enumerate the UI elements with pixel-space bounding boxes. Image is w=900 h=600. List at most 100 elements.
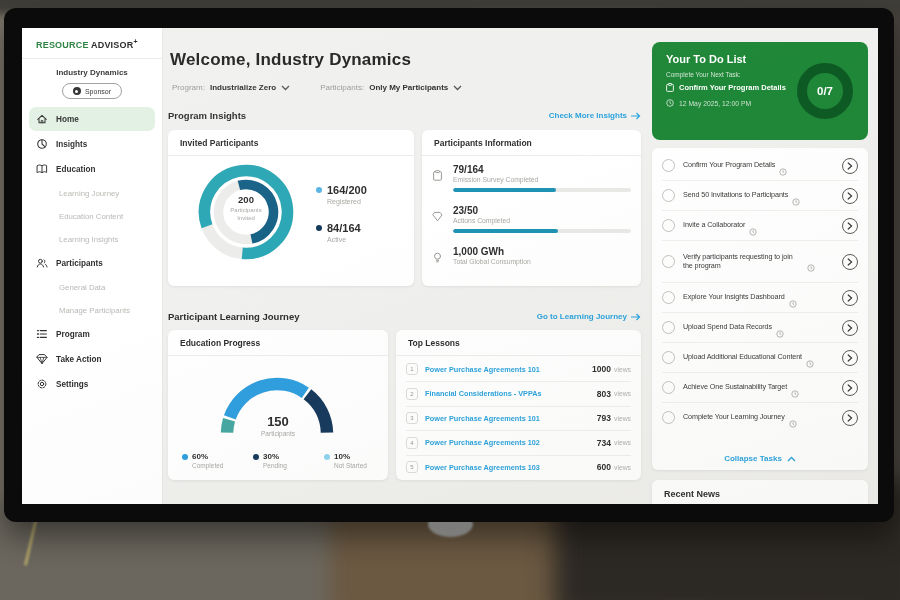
lesson-link[interactable]: Power Purchase Agreements 103 bbox=[425, 463, 597, 472]
sidebar-item-home[interactable]: Home bbox=[29, 107, 155, 131]
task-row[interactable]: Explore Your Insights Dashboard bbox=[662, 283, 858, 313]
lesson-link[interactable]: Power Purchase Agreements 101 bbox=[425, 365, 592, 374]
task-checkbox[interactable] bbox=[662, 255, 675, 268]
lesson-link[interactable]: Power Purchase Agreements 101 bbox=[425, 414, 597, 423]
task-open-button[interactable] bbox=[842, 188, 858, 204]
invited-participants-title: Invited Participants bbox=[168, 130, 414, 156]
task-open-button[interactable] bbox=[842, 410, 858, 426]
lesson-rank: 5 bbox=[406, 461, 418, 473]
task-checkbox[interactable] bbox=[662, 219, 675, 232]
task-label: Achieve One Sustainability Target bbox=[683, 383, 787, 392]
arrow-right-icon bbox=[631, 112, 641, 120]
task-row[interactable]: Verify participants requesting to join t… bbox=[662, 241, 858, 283]
task-row[interactable]: Invite a Collaborator bbox=[662, 211, 858, 241]
lesson-row[interactable]: 4Power Purchase Agreements 102734views bbox=[406, 431, 631, 456]
clipboard-icon bbox=[666, 83, 674, 92]
sidebar-item-education-content[interactable]: Education Content bbox=[29, 205, 155, 227]
donut-legend-item: 84/164Active bbox=[316, 222, 361, 243]
task-row[interactable]: Send 50 Invitations to Participants bbox=[662, 181, 858, 211]
sidebar-item-insights[interactable]: Insights bbox=[29, 132, 155, 156]
donut-center-label: 200 Participants Invited bbox=[194, 194, 298, 222]
sidebar-item-manage-participants[interactable]: Manage Participants bbox=[29, 299, 155, 321]
task-open-button[interactable] bbox=[842, 380, 858, 396]
task-open-button[interactable] bbox=[842, 218, 858, 234]
program-filter[interactable]: Program: Industrialize Zero bbox=[172, 83, 290, 92]
lesson-link[interactable]: Financial Considerations - VPPAs bbox=[425, 389, 597, 398]
task-checkbox[interactable] bbox=[662, 159, 675, 172]
sponsor-badge[interactable]: Sponsor bbox=[62, 83, 122, 99]
sidebar-item-learning-insights[interactable]: Learning Insights bbox=[29, 228, 155, 250]
task-checkbox[interactable] bbox=[662, 351, 675, 364]
task-label: Complete Your Learning Journey bbox=[683, 413, 785, 422]
clock-icon bbox=[666, 99, 674, 107]
todo-tasks-card: Confirm Your Program DetailsSend 50 Invi… bbox=[652, 148, 868, 470]
task-row[interactable]: Upload Spend Data Records bbox=[662, 313, 858, 343]
lesson-row[interactable]: 2Financial Considerations - VPPAs803view… bbox=[406, 382, 631, 407]
task-checkbox[interactable] bbox=[662, 321, 675, 334]
sidebar-item-settings[interactable]: Settings bbox=[29, 372, 155, 396]
top-lessons-card: Top Lessons 1Power Purchase Agreements 1… bbox=[396, 330, 641, 480]
sidebar-item-program[interactable]: Program bbox=[29, 322, 155, 346]
todo-next-task: Confirm Your Program Details bbox=[666, 83, 786, 92]
legend-dot bbox=[182, 454, 188, 460]
task-row[interactable]: Achieve One Sustainability Target bbox=[662, 373, 858, 403]
task-row[interactable]: Upload Additional Educational Content bbox=[662, 343, 858, 373]
sidebar-item-participants[interactable]: Participants bbox=[29, 251, 155, 275]
sidebar-item-label: Manage Participants bbox=[59, 306, 130, 315]
chevron-down-icon bbox=[453, 85, 462, 91]
dashboard-screen: RESOURCE ADVISOR+ Industry Dynamics Spon… bbox=[22, 28, 878, 504]
go-to-learning-journey-link[interactable]: Go to Learning Journey bbox=[537, 312, 641, 321]
sidebar-item-take-action[interactable]: Take Action bbox=[29, 347, 155, 371]
program-insights-title: Program Insights bbox=[168, 110, 246, 121]
learning-journey-section-header: Participant Learning Journey Go to Learn… bbox=[168, 311, 641, 322]
collapse-tasks-link[interactable]: Collapse Tasks bbox=[652, 454, 868, 463]
sidebar-item-general-data[interactable]: General Data bbox=[29, 276, 155, 298]
lesson-views-suffix: views bbox=[614, 390, 631, 397]
org-name: Industry Dynamics bbox=[22, 68, 162, 77]
sidebar-item-education[interactable]: Education bbox=[29, 157, 155, 181]
sidebar-item-label: Education bbox=[56, 165, 96, 174]
task-open-button[interactable] bbox=[842, 290, 858, 306]
app-logo: RESOURCE ADVISOR+ bbox=[22, 28, 162, 59]
logo-resource: RESOURCE bbox=[36, 40, 89, 50]
participant-stat: 79/164Emission Survey Completed bbox=[432, 164, 630, 192]
lesson-views: 803 bbox=[597, 389, 611, 399]
task-clock-icon bbox=[792, 192, 800, 200]
home-icon bbox=[36, 113, 48, 125]
todo-due-time: 12 May 2025, 12:00 PM bbox=[666, 99, 751, 107]
check-more-insights-link[interactable]: Check More Insights bbox=[549, 111, 641, 120]
task-label: Upload Spend Data Records bbox=[683, 323, 772, 332]
task-clock-icon bbox=[807, 258, 815, 266]
participants-filter[interactable]: Participants: Only My Participants bbox=[320, 83, 462, 92]
sidebar-item-label: Learning Insights bbox=[59, 235, 118, 244]
lesson-link[interactable]: Power Purchase Agreements 102 bbox=[425, 438, 597, 447]
task-row[interactable]: Confirm Your Program Details bbox=[662, 151, 858, 181]
legend-dot bbox=[253, 454, 259, 460]
task-list: Confirm Your Program DetailsSend 50 Invi… bbox=[652, 148, 868, 432]
lesson-row[interactable]: 5Power Purchase Agreements 103600views bbox=[406, 455, 631, 479]
task-open-button[interactable] bbox=[842, 320, 858, 336]
task-clock-icon bbox=[789, 294, 797, 302]
consumption-icon bbox=[432, 249, 443, 260]
sidebar-item-label: Take Action bbox=[56, 355, 102, 364]
task-checkbox[interactable] bbox=[662, 411, 675, 424]
task-open-button[interactable] bbox=[842, 158, 858, 174]
lesson-row[interactable]: 3Power Purchase Agreements 101793views bbox=[406, 406, 631, 431]
task-checkbox[interactable] bbox=[662, 189, 675, 202]
task-open-button[interactable] bbox=[842, 350, 858, 366]
lesson-views-suffix: views bbox=[614, 439, 631, 446]
task-checkbox[interactable] bbox=[662, 291, 675, 304]
task-clock-icon bbox=[791, 384, 799, 392]
legend-dot bbox=[316, 225, 322, 231]
task-row[interactable]: Complete Your Learning Journey bbox=[662, 403, 858, 432]
education-progress-gauge-chart bbox=[173, 354, 383, 460]
insights-icon bbox=[36, 138, 48, 150]
task-open-button[interactable] bbox=[842, 254, 858, 270]
participants-icon bbox=[36, 257, 48, 269]
program-icon bbox=[36, 328, 48, 340]
sidebar-item-learning-journey[interactable]: Learning Journey bbox=[29, 182, 155, 204]
lesson-row[interactable]: 1Power Purchase Agreements 1011000views bbox=[406, 357, 631, 382]
task-clock-icon bbox=[789, 414, 797, 422]
task-checkbox[interactable] bbox=[662, 381, 675, 394]
sidebar-item-label: Participants bbox=[56, 259, 103, 268]
